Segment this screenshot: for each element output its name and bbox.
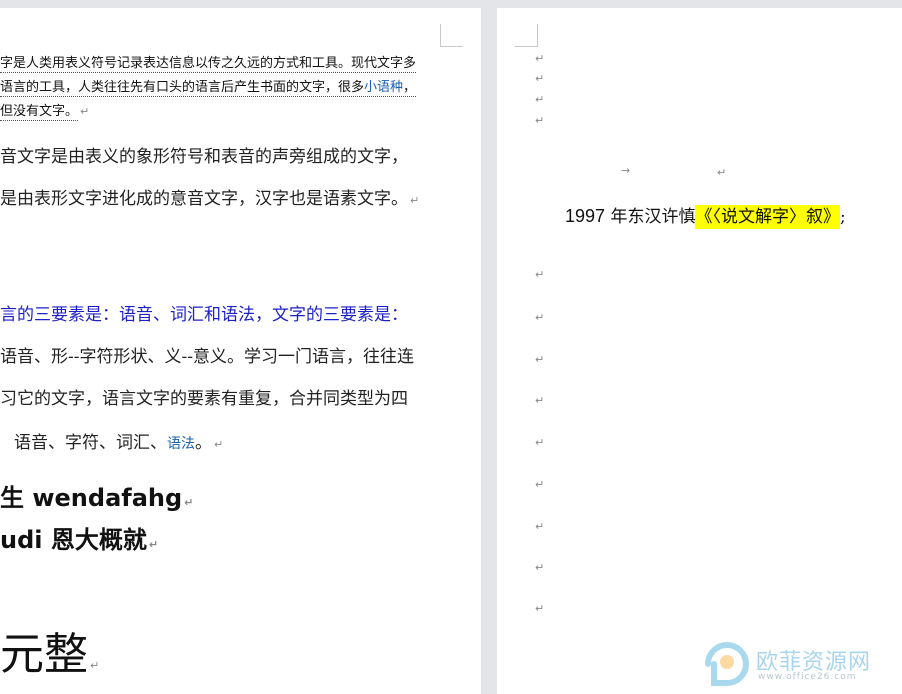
title-end: ; <box>839 207 846 227</box>
margin-corner-mark <box>440 24 463 47</box>
bold-line-1: 生 wendafahg ↵ <box>0 484 194 512</box>
margin-corner-mark <box>515 24 538 47</box>
paragraph-mark: ↵ <box>184 496 194 509</box>
paragraph-mark: ↵ <box>535 561 545 574</box>
paragraph-mark: ↵ <box>535 353 545 366</box>
paragraph-mark: ↵ <box>214 438 224 451</box>
bold-line-2: udi 恩大概就 ↵ <box>0 526 159 554</box>
paragraph-2-line-2: 是由表形文字进化成的意音文字，汉字也是语素文字。 ↵ <box>0 189 420 209</box>
link-xiaoyuzhong[interactable]: 小语种 <box>364 80 403 95</box>
link-yufa[interactable]: 语法 <box>167 436 195 452</box>
paragraph-mark: ↵ <box>410 194 420 207</box>
paragraph-mark: ↵ <box>535 93 545 106</box>
title-text: 年东汉许慎 <box>605 207 696 227</box>
paragraph-mark: ↵ <box>535 394 545 407</box>
paragraph-mark: ↵ <box>148 538 159 551</box>
highlighted-book-title: 《〈说文解字〉叙》 <box>695 205 840 229</box>
paragraph-mark: ↵ <box>535 436 545 449</box>
huge-line: 元整 ↵ <box>0 629 100 680</box>
tab-arrow-mark: → <box>621 164 631 177</box>
paragraph-mark: ↵ <box>535 52 545 65</box>
paragraph-mark: ↵ <box>80 105 90 118</box>
paragraph-mark: ↵ <box>535 311 545 324</box>
paragraph-mark: ↵ <box>535 520 545 533</box>
title-year: 1997 <box>565 206 606 226</box>
small-paragraph-line-2: 语言的工具，人类往往先有口头的语言后产生书面的文字，很多小语种， <box>0 80 417 97</box>
paragraph-mark: ↵ <box>535 72 545 85</box>
paragraph-mark: ↵ <box>90 659 100 672</box>
paragraph-3-line-1: 言的三要素是：语音、词汇和语法，文字的三要素是： <box>0 305 408 325</box>
paragraph-mark: ↵ <box>535 478 545 491</box>
document-page-right[interactable]: ↵ ↵ ↵ ↵ → ↵ 1997 年东汉许慎《〈说文解字〉叙》; ↵ ↵ ↵ ↵… <box>497 8 902 694</box>
paragraph-mark: ↵ <box>535 114 545 127</box>
paragraph-2-line-1: 音文字是由表义的象形符号和表音的声旁组成的文字， <box>0 147 408 167</box>
watermark-url: www.office26.com <box>758 672 857 682</box>
small-paragraph-line-3: 但没有文字。 ↵ <box>0 104 90 121</box>
paragraph-mark: ↵ <box>717 166 727 179</box>
paragraph-3-line-3: 习它的文字，语言文字的要素有重复，合并同类型为四 <box>0 389 408 409</box>
small-paragraph-line-1: 字是人类用表义符号记录表达信息以传之久远的方式和工具。现代文字多 <box>0 56 417 73</box>
paragraph-mark: ↵ <box>535 602 545 615</box>
watermark: 欧菲资源网 www.office26.com <box>700 634 900 690</box>
paragraph-mark: ↵ <box>535 268 545 281</box>
title-line[interactable]: 1997 年东汉许慎《〈说文解字〉叙》; <box>565 202 846 229</box>
paragraph-3-line-2: 语音、形--字符形状、义--意义。学习一门语言，往往连 <box>0 347 414 367</box>
office-logo-icon <box>705 642 749 686</box>
document-page-left[interactable]: 字是人类用表义符号记录表达信息以传之久远的方式和工具。现代文字多 语言的工具，人… <box>0 8 481 694</box>
paragraph-3-line-4: 语音、字符、词汇、语法。 ↵ <box>14 433 224 453</box>
